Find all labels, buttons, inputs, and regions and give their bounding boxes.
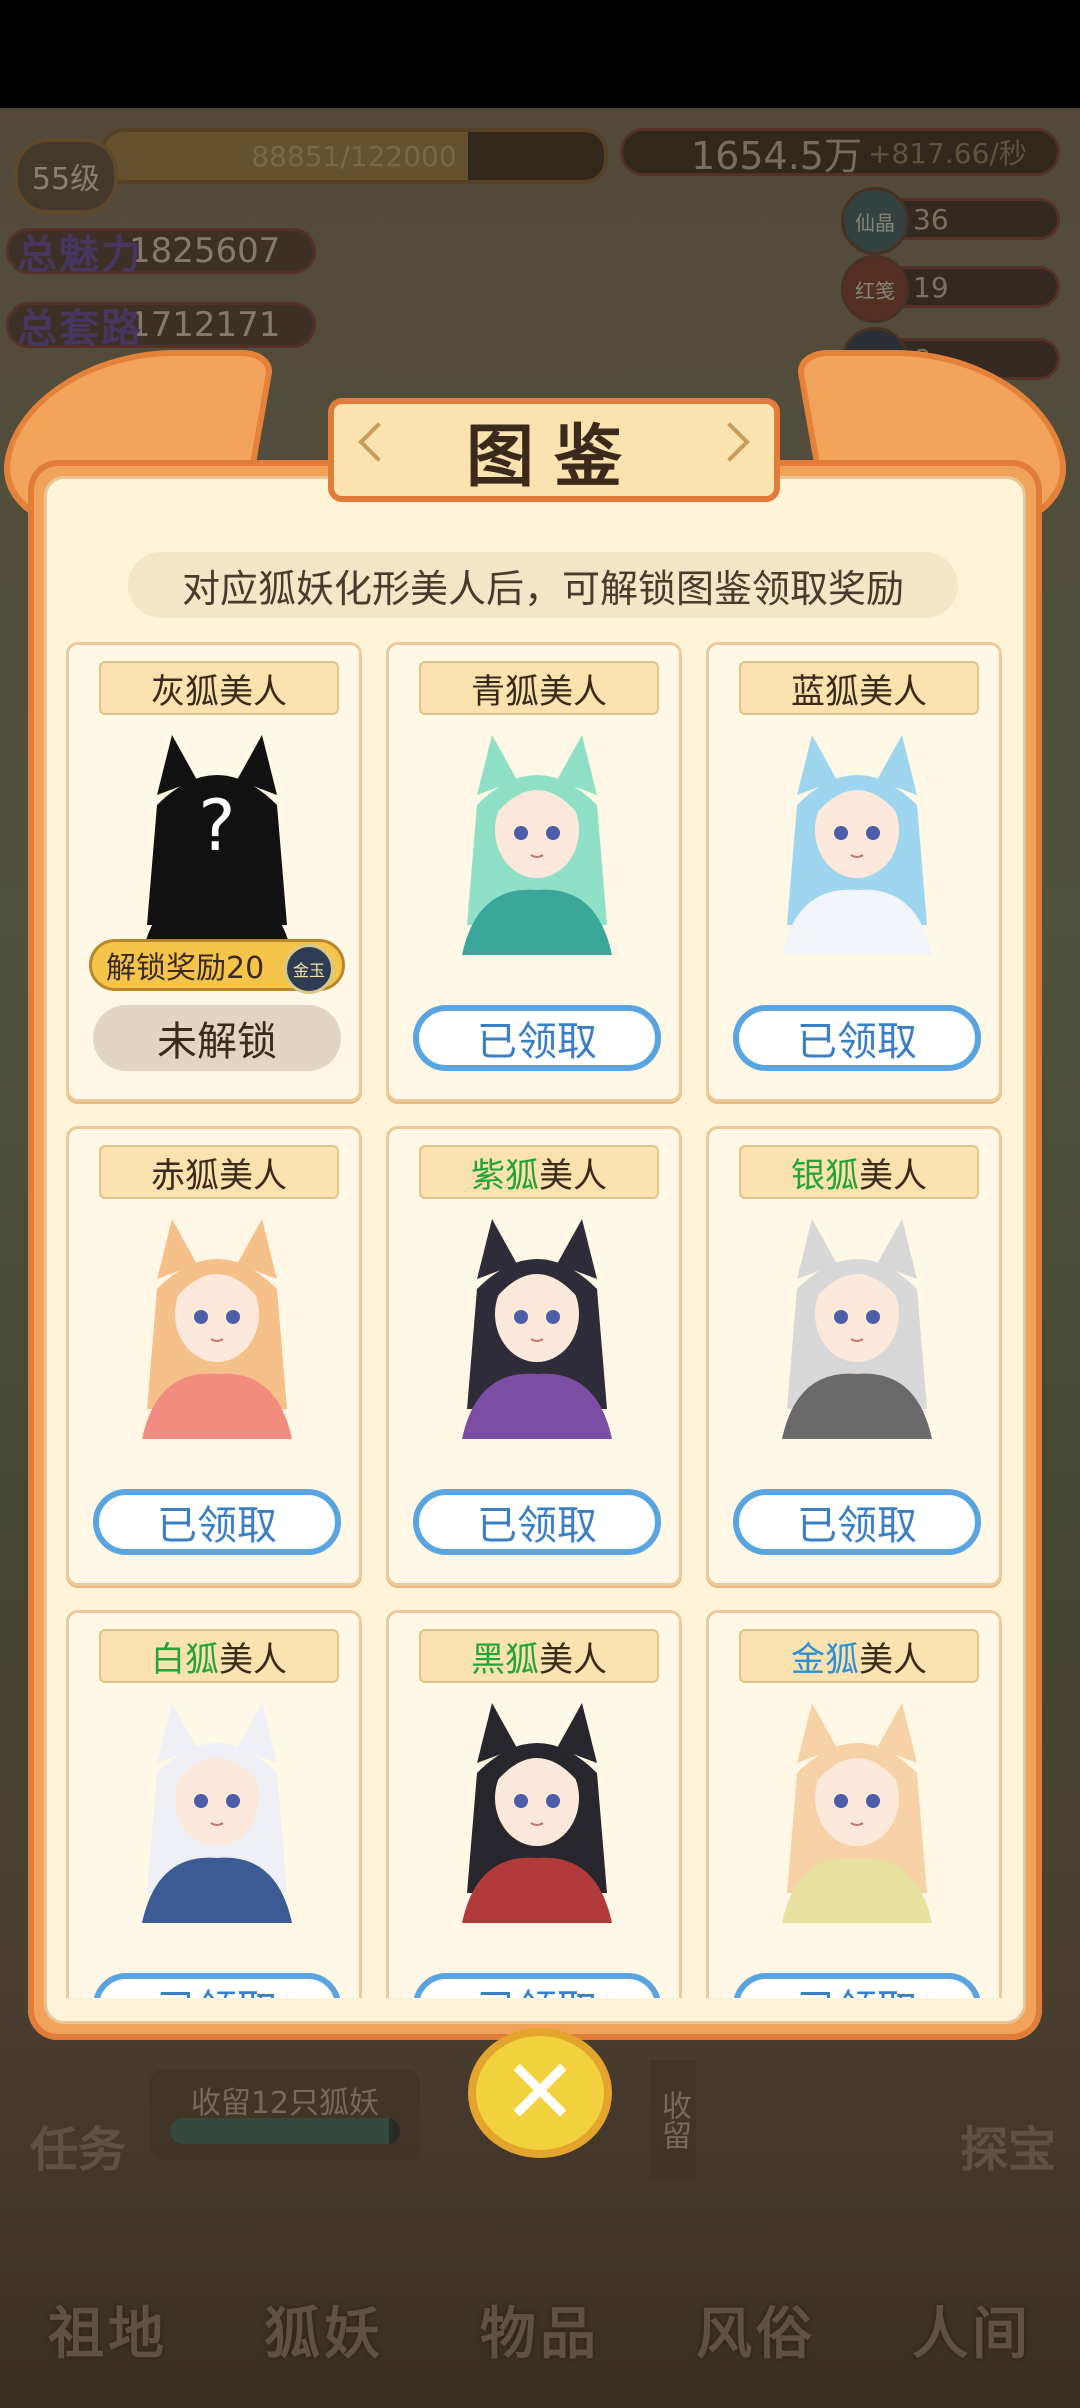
locked-silhouette: ?	[142, 735, 292, 955]
fox-beauty-portrait	[462, 1219, 612, 1439]
fox-beauty-portrait	[782, 735, 932, 955]
question-mark-icon: ?	[198, 785, 235, 867]
modal-title: 图鉴	[465, 416, 642, 497]
locked-status: 未解锁	[93, 1005, 341, 1071]
codex-card[interactable]: 白狐美人 已领取	[66, 1610, 362, 1998]
card-title-name: 美人	[859, 1155, 927, 1196]
modal-subtitle: 对应狐妖化形美人后，可解锁图鉴领取奖励	[128, 552, 958, 618]
card-title: 金狐 美人	[739, 1629, 979, 1683]
card-title-name: 美人	[539, 1155, 607, 1196]
claimed-button[interactable]: 已领取	[413, 1489, 661, 1555]
claimed-button[interactable]: 已领取	[733, 1489, 981, 1555]
title-arrow-right	[710, 422, 750, 462]
fox-beauty-portrait	[462, 735, 612, 955]
codex-grid-scroll[interactable]: 灰狐美人 ? 解锁奖励20 金玉 未解锁 青狐美人 已领取 蓝狐美人 已领取 赤狐美人	[66, 642, 1016, 1998]
card-title-name: 赤狐美人	[151, 1155, 287, 1196]
card-title-name: 青狐美人	[471, 671, 607, 712]
card-title-name: 美人	[539, 1639, 607, 1680]
codex-card[interactable]: 灰狐美人 ? 解锁奖励20 金玉未解锁	[66, 642, 362, 1102]
fox-beauty-portrait	[782, 1219, 932, 1439]
card-title-prefix: 黑狐	[471, 1639, 539, 1680]
unlock-reward-badge: 解锁奖励20 金玉	[89, 939, 345, 994]
claimed-button[interactable]: 已领取	[93, 1489, 341, 1555]
codex-modal: 图鉴 对应狐妖化形美人后，可解锁图鉴领取奖励 灰狐美人 ? 解锁奖励20 金玉未解锁…	[0, 350, 1079, 2040]
codex-card[interactable]: 黑狐美人 已领取	[386, 1610, 682, 1998]
unlock-reward-text: 解锁奖励20	[106, 951, 265, 986]
card-title-name: 灰狐美人	[151, 671, 287, 712]
card-title: 黑狐 美人	[419, 1629, 659, 1683]
claimed-button[interactable]: 已领取	[413, 1973, 661, 1998]
card-title: 银狐 美人	[739, 1145, 979, 1199]
card-title: 紫狐 美人	[419, 1145, 659, 1199]
card-title: 青狐美人	[419, 661, 659, 715]
claimed-button[interactable]: 已领取	[733, 1973, 981, 1998]
claimed-button[interactable]: 已领取	[93, 1973, 341, 1998]
codex-card[interactable]: 紫狐 美人 已领取	[386, 1126, 682, 1586]
claimed-button[interactable]: 已领取	[413, 1005, 661, 1071]
codex-card[interactable]: 赤狐美人 已领取	[66, 1126, 362, 1586]
fox-beauty-portrait	[462, 1703, 612, 1923]
card-title: 灰狐美人	[99, 661, 339, 715]
card-title: 赤狐美人	[99, 1145, 339, 1199]
fox-beauty-portrait	[142, 1703, 292, 1923]
card-title-prefix: 白狐	[151, 1639, 219, 1680]
fox-beauty-portrait	[782, 1703, 932, 1923]
card-title: 蓝狐美人	[739, 661, 979, 715]
fox-beauty-portrait	[142, 1219, 292, 1439]
claimed-button[interactable]: 已领取	[733, 1005, 981, 1071]
card-title-name: 蓝狐美人	[791, 671, 927, 712]
codex-card[interactable]: 青狐美人 已领取	[386, 642, 682, 1102]
title-arrow-left	[358, 422, 398, 462]
modal-title-plate: 图鉴	[328, 398, 780, 502]
card-title-prefix: 金狐	[791, 1639, 859, 1680]
close-icon: ✕	[502, 2040, 578, 2145]
card-title-prefix: 紫狐	[471, 1155, 539, 1196]
card-title-name: 美人	[219, 1639, 287, 1680]
card-title-name: 美人	[859, 1639, 927, 1680]
codex-card[interactable]: 金狐美人 已领取	[706, 1610, 1002, 1998]
card-title: 白狐 美人	[99, 1629, 339, 1683]
codex-grid: 灰狐美人 ? 解锁奖励20 金玉 未解锁 青狐美人 已领取 蓝狐美人 已领取 赤狐美人	[66, 642, 1016, 1998]
codex-card[interactable]: 蓝狐美人 已领取	[706, 642, 1002, 1102]
card-title-prefix: 银狐	[791, 1155, 859, 1196]
status-bar	[0, 0, 1080, 108]
close-button[interactable]: ✕	[468, 2028, 612, 2158]
jinyu-currency-icon: 金玉	[284, 944, 334, 994]
codex-card[interactable]: 银狐 美人 已领取	[706, 1126, 1002, 1586]
